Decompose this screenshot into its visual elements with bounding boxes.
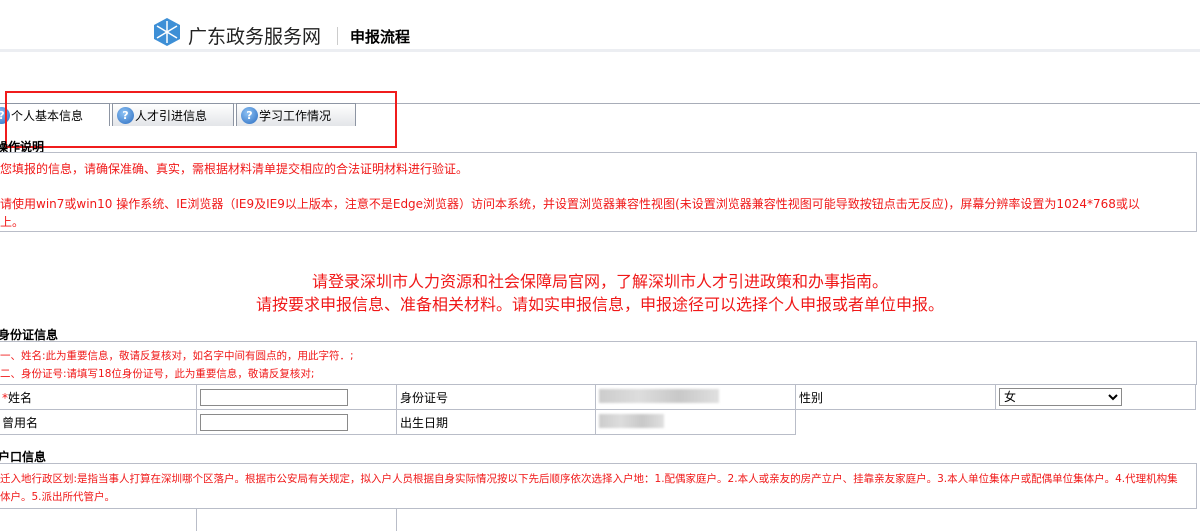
birth-date-label: 出生日期 — [396, 409, 596, 435]
instruction-line: 请使用win7或win10 操作系统、IE浏览器（IE9及IE9以上版本，注意不… — [0, 197, 1140, 211]
instruction-line: 您填报的信息，请确保准确、真实，需根据材料清单提交相应的合法证明材料进行验证。 — [0, 162, 469, 176]
gender-label: 性别 — [795, 384, 996, 410]
id-number-label: 身份证号 — [396, 384, 596, 410]
site-header: 广东政务服务网 申报流程 — [0, 0, 1200, 52]
notice-line: 请登录深圳市人力资源和社会保障局官网，了解深圳市人才引进政策和办事指南。 — [311, 272, 888, 291]
page-title: 申报流程 — [350, 28, 411, 46]
instruction-line: 上。 — [0, 215, 25, 229]
site-name[interactable]: 广东政务服务网 — [188, 22, 321, 49]
id-number-value-redacted — [599, 388, 719, 403]
name-label: 姓名 — [8, 390, 33, 405]
header-divider — [337, 27, 338, 45]
id-table: *姓名 身份证号 性别 女 曾用名 出生日期 — [0, 384, 1196, 435]
id-note: 二、身份证号:请填写18位身份证号，此为重要信息，敬请反复核对; — [0, 368, 315, 380]
hukou-note: 迁入地行政区划:是指当事人打算在深圳哪个区落户。根据市公安局有关规定，拟入户人员… — [0, 473, 1178, 485]
birth-date-value-redacted — [599, 413, 664, 428]
table-divider — [396, 509, 397, 531]
former-name-label: 曾用名 — [0, 409, 197, 435]
id-note: 一、姓名:此为重要信息，敬请反复核对，如名字中间有圆点的，用此字符．; — [0, 350, 354, 362]
hukou-notes-box — [0, 463, 1197, 509]
hukou-note: 体户。5.派出所代管户。 — [0, 491, 116, 503]
name-input[interactable] — [200, 388, 348, 406]
former-name-input[interactable] — [200, 413, 348, 431]
notice-line: 请按要求申报信息、准备相关材料。请如实申报信息，申报途径可以选择个人申报或者单位… — [255, 295, 944, 314]
highlight-box — [5, 91, 397, 148]
table-divider — [196, 509, 197, 531]
logo-icon — [154, 18, 180, 46]
gender-select[interactable]: 女 — [999, 388, 1122, 406]
